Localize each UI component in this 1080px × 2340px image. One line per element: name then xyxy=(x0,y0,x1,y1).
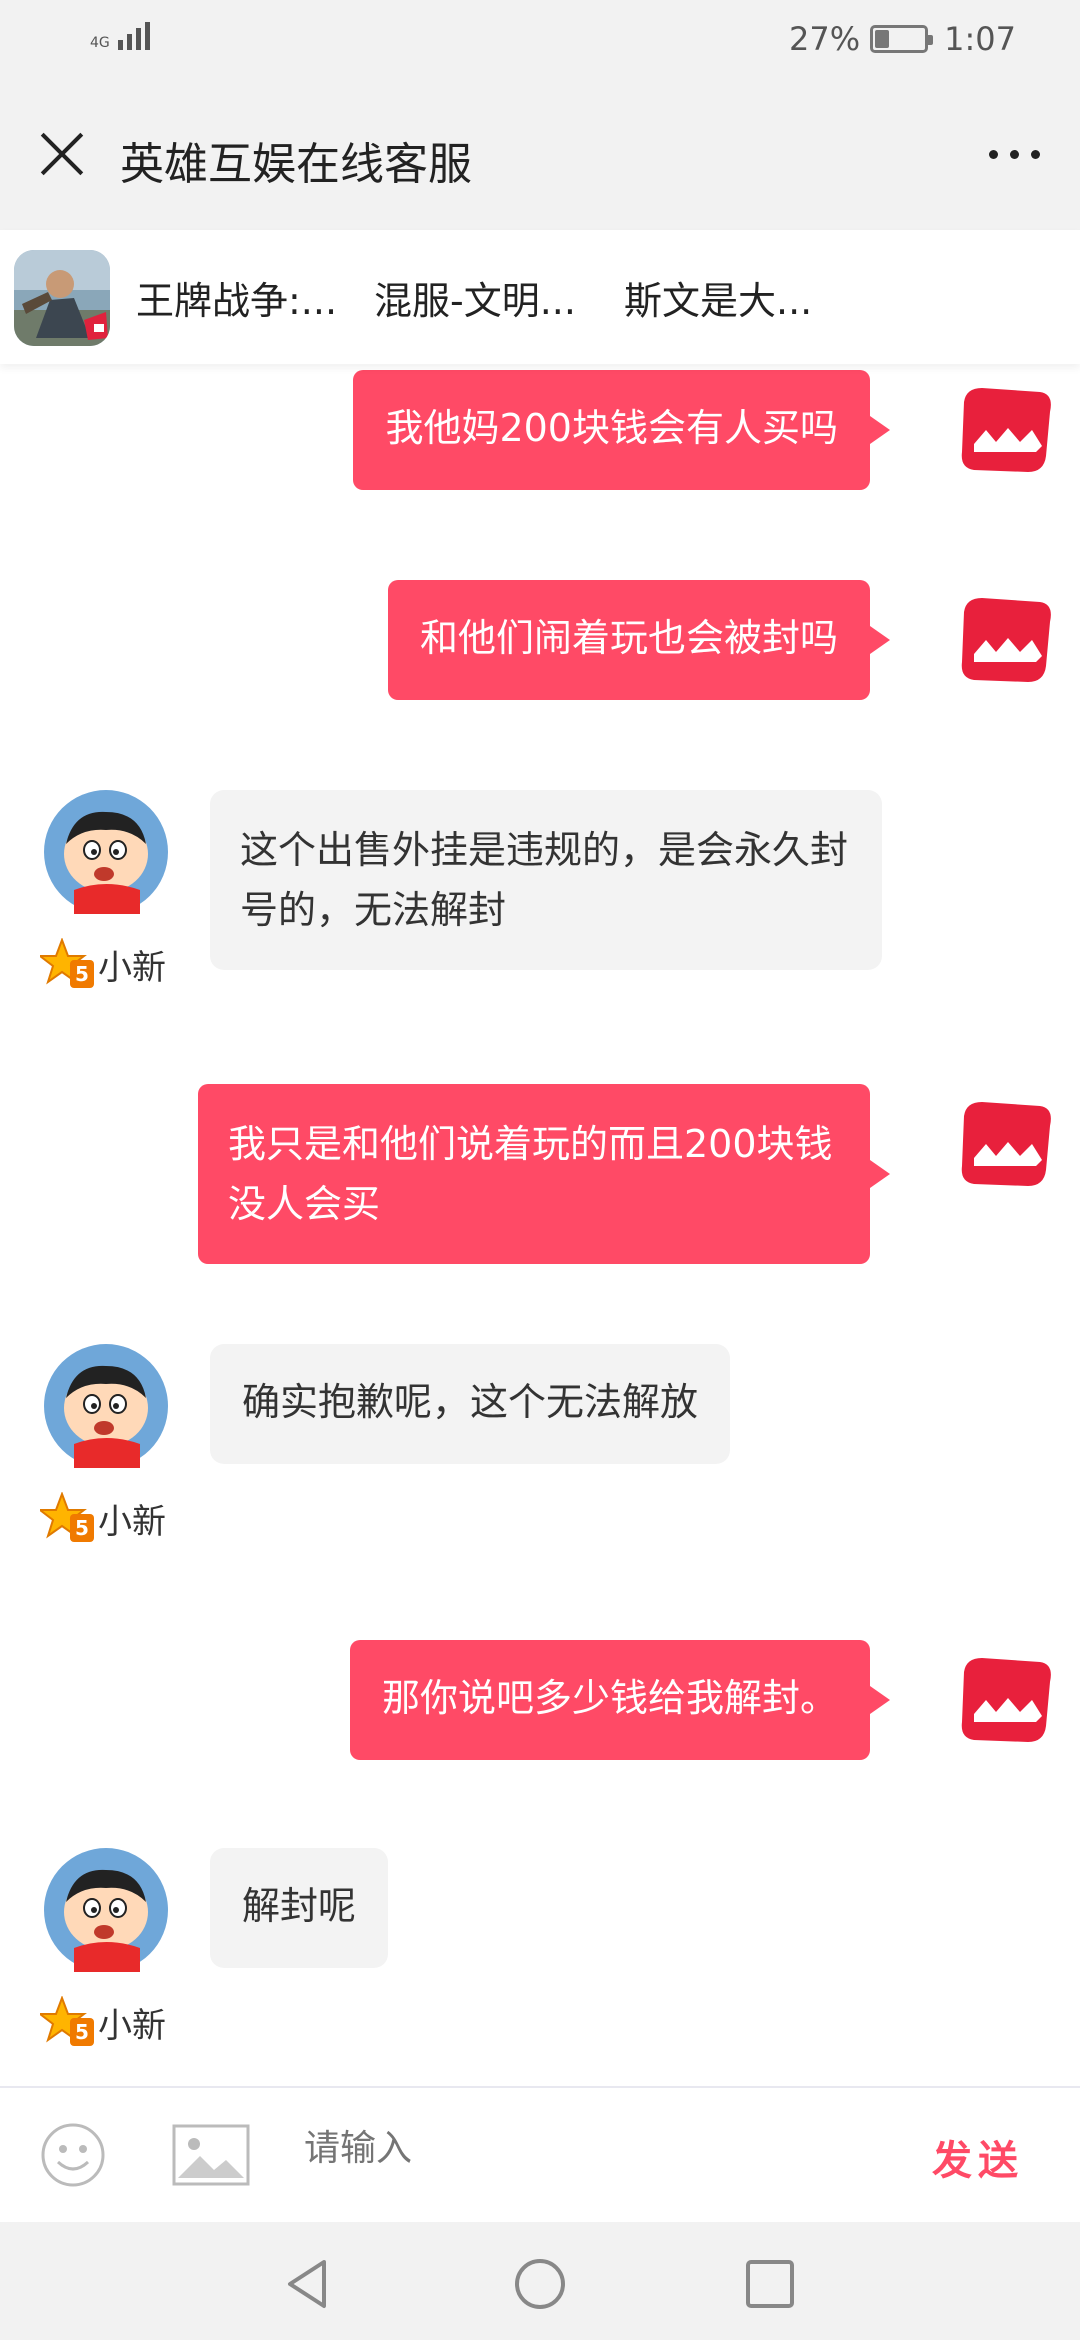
battery-icon xyxy=(870,25,934,53)
chat-area[interactable]: 我他妈200块钱会有人买吗 和他们闹着玩也会被封吗 这个出售外挂是违规的，是会永… xyxy=(0,364,1080,2086)
message-text: 确实抱歉呢，这个无法解放 xyxy=(242,1380,699,1424)
agent-message: 这个出售外挂是违规的，是会永久封号的，无法解封 xyxy=(210,790,882,970)
game-selector-bar: 王牌战争:... 混服-文明... 斯文是大... xyxy=(0,230,1080,364)
message-text: 我只是和他们说着玩的而且200块钱没人会买 xyxy=(228,1122,833,1226)
agent-avatar xyxy=(44,790,168,914)
network-type: 4G xyxy=(90,35,110,51)
input-bar: 发送 xyxy=(0,2086,1080,2222)
agent-name: 小新 xyxy=(98,1501,166,1542)
agent-avatar xyxy=(44,1344,168,1468)
message-text: 那你说吧多少钱给我解封。 xyxy=(381,1676,838,1720)
message-input[interactable] xyxy=(304,2128,864,2169)
close-icon[interactable] xyxy=(36,128,86,178)
battery-percent: 27% xyxy=(789,20,861,58)
game-tab-2[interactable]: 混服-文明... xyxy=(374,270,624,325)
agent-avatar xyxy=(44,1848,168,1972)
status-bar: 4G 27% 1:07 xyxy=(0,0,1080,84)
message-text: 我他妈200块钱会有人买吗 xyxy=(385,406,838,450)
title-bar: 英雄互娱在线客服 xyxy=(0,84,1080,230)
user-avatar xyxy=(961,388,1051,472)
agent-name-label: 5 小新 xyxy=(40,1996,166,2048)
user-message: 我他妈200块钱会有人买吗 xyxy=(353,370,890,490)
message-text: 解封呢 xyxy=(242,1884,357,1928)
page-title: 英雄互娱在线客服 xyxy=(120,139,472,190)
user-message: 那你说吧多少钱给我解封。 xyxy=(349,1640,891,1760)
game-tab-3[interactable]: 斯文是大... xyxy=(624,270,860,325)
svg-text:5: 5 xyxy=(75,962,89,986)
agent-message: 确实抱歉呢，这个无法解放 xyxy=(210,1344,731,1464)
message-text: 和他们闹着玩也会被封吗 xyxy=(419,616,838,660)
user-message: 和他们闹着玩也会被封吗 xyxy=(387,580,891,700)
back-icon[interactable] xyxy=(280,2254,340,2314)
system-nav-bar xyxy=(0,2222,1080,2340)
level-star-icon: 5 xyxy=(40,938,94,988)
recents-icon[interactable] xyxy=(740,2254,800,2314)
agent-name: 小新 xyxy=(98,947,166,988)
user-avatar xyxy=(961,598,1051,682)
game-tab-1[interactable]: 王牌战争:... xyxy=(136,270,374,325)
user-avatar xyxy=(961,1102,1051,1186)
emoji-icon[interactable] xyxy=(40,2122,106,2188)
clock: 1:07 xyxy=(944,20,1016,58)
level-star-icon: 5 xyxy=(40,1492,94,1542)
level-star-icon: 5 xyxy=(40,1996,94,2046)
user-message: 我只是和他们说着玩的而且200块钱没人会买 xyxy=(198,1084,890,1264)
agent-message: 解封呢 xyxy=(210,1848,389,1968)
game-icon[interactable] xyxy=(14,250,110,346)
more-options-icon[interactable] xyxy=(989,150,1040,159)
home-icon[interactable] xyxy=(510,2254,570,2314)
agent-name-label: 5 小新 xyxy=(40,1492,166,1544)
image-icon[interactable] xyxy=(172,2124,250,2186)
send-button[interactable]: 发送 xyxy=(932,2128,1024,2186)
agent-name-label: 5 小新 xyxy=(40,938,166,990)
svg-text:5: 5 xyxy=(75,2020,89,2044)
agent-name: 小新 xyxy=(98,2005,166,2046)
svg-text:5: 5 xyxy=(75,1516,89,1540)
message-text: 这个出售外挂是违规的，是会永久封号的，无法解封 xyxy=(240,828,849,932)
signal-icon: 4G xyxy=(90,22,150,50)
user-avatar xyxy=(961,1658,1051,1742)
